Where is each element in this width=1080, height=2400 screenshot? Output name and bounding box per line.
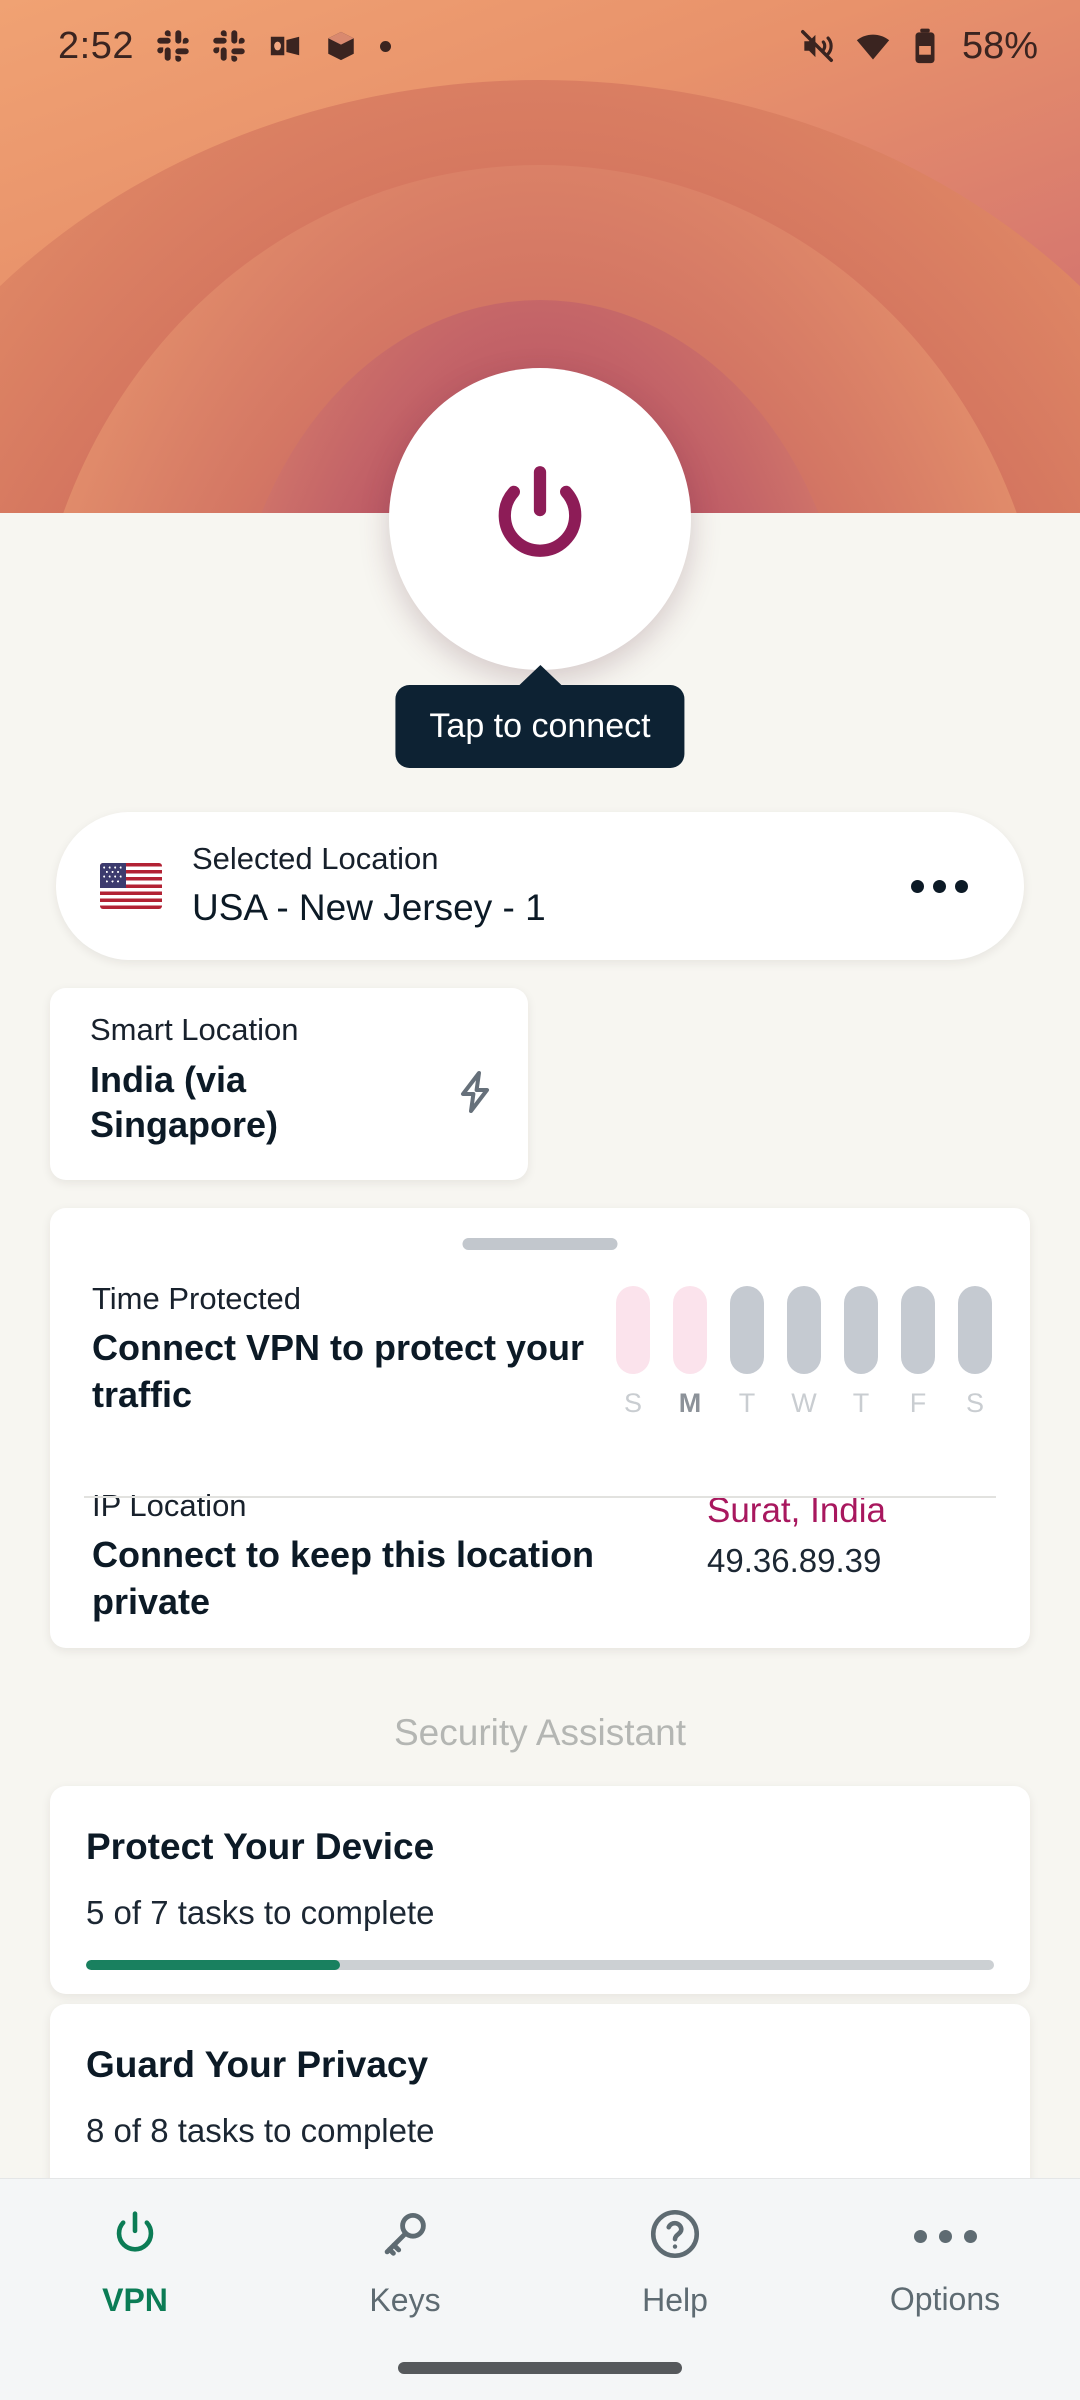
security-assistant-heading: Security Assistant: [393, 1712, 686, 1753]
status-bar-right: 58%: [798, 25, 1038, 68]
chart-bar-label: S: [965, 1388, 984, 1418]
nav-item-vpn[interactable]: VPN: [0, 2205, 270, 2319]
lightning-bolt-icon: [452, 1068, 500, 1121]
ip-location-label: IP Location: [92, 1488, 247, 1523]
ip-location-message: Connect to keep this location private: [92, 1534, 595, 1622]
chart-bar-fill: [844, 1286, 878, 1374]
task-subtitle: 8 of 8 tasks to complete: [86, 2112, 435, 2149]
task-subtitle: 5 of 7 tasks to complete: [86, 1894, 435, 1931]
task-title: Protect Your Device: [86, 1826, 435, 1867]
chart-bar-4: T: [844, 1286, 878, 1419]
ip-location-texts: IP Location Connect to keep this locatio…: [84, 1487, 707, 1626]
selected-location-label: Selected Location: [192, 840, 439, 876]
home-indicator[interactable]: [398, 2362, 682, 2374]
chart-bar-3: W: [787, 1286, 821, 1419]
selected-location-value: USA - New Jersey - 1: [192, 887, 546, 929]
smart-location-card[interactable]: Smart Location India (via Singapore): [50, 988, 528, 1180]
chart-bar-1: M: [673, 1286, 707, 1419]
vpn-connect-power-button[interactable]: [389, 368, 691, 670]
smart-location-value: India (via Singapore): [90, 1059, 279, 1145]
mute-icon: [798, 27, 836, 65]
time-protected-message: Connect VPN to protect your traffic: [92, 1327, 585, 1415]
status-bar: 2:52 58%: [0, 0, 1080, 92]
nav-item-help[interactable]: Help: [540, 2205, 810, 2319]
dot-indicator-icon: [379, 40, 391, 52]
ip-location-values: Surat, India 49.36.89.39: [707, 1487, 996, 1580]
nav-label: Help: [642, 2282, 708, 2318]
smart-location-texts: Smart Location India (via Singapore): [90, 1012, 444, 1147]
nav-label: Keys: [369, 2282, 441, 2318]
bottom-navigation-bar: VPN Keys Help Options: [0, 2178, 1080, 2400]
task-progress-track: [86, 1960, 994, 1970]
chart-bar-fill: [958, 1286, 992, 1374]
nav-item-options[interactable]: Options: [810, 2205, 1080, 2318]
power-icon: [476, 453, 604, 586]
slack-icon: [212, 29, 246, 63]
chart-bar-0: S: [616, 1286, 650, 1419]
question-circle-icon: [646, 2205, 704, 2268]
chart-bar-fill: [787, 1286, 821, 1374]
kebab-menu-icon[interactable]: [897, 866, 982, 907]
chart-bar-label: S: [623, 1388, 642, 1418]
chart-bar-5: F: [901, 1286, 935, 1419]
smart-location-label: Smart Location: [90, 1012, 299, 1047]
weekly-protection-chart: S M T W T F S: [616, 1280, 996, 1419]
battery-percentage: 58%: [961, 24, 1038, 67]
battery-icon: [910, 27, 940, 65]
chart-bar-label: T: [738, 1388, 756, 1418]
stats-divider: [84, 1496, 996, 1498]
time-protected-label: Time Protected: [92, 1281, 302, 1316]
status-bar-clock: 2:52: [58, 24, 134, 67]
app-screen: 2:52 58% Tap to connect Selected Locatio…: [0, 0, 1080, 2400]
tap-to-connect-tooltip: Tap to connect: [395, 685, 685, 768]
chart-bar-fill: [673, 1286, 707, 1374]
chart-bar-label: M: [678, 1388, 702, 1418]
chart-bar-6: S: [958, 1286, 992, 1419]
chart-bar-label: T: [852, 1388, 870, 1418]
chart-bar-2: T: [730, 1286, 764, 1419]
key-icon: [376, 2205, 434, 2268]
us-flag-icon: [100, 863, 162, 909]
time-protected-texts: Time Protected Connect VPN to protect yo…: [84, 1280, 616, 1419]
selected-location-card[interactable]: Selected Location USA - New Jersey - 1: [56, 812, 1024, 960]
selected-location-texts: Selected Location USA - New Jersey - 1: [192, 840, 897, 933]
nav-item-keys[interactable]: Keys: [270, 2205, 540, 2319]
ip-address: 49.36.89.39: [707, 1541, 882, 1579]
chart-bar-fill: [901, 1286, 935, 1374]
outlook-icon: [268, 29, 302, 63]
task-progress-fill: [86, 1960, 341, 1970]
wifi-icon: [854, 27, 892, 65]
nav-label: VPN: [102, 2282, 168, 2318]
chart-bar-label: W: [791, 1388, 817, 1418]
nav-label: Options: [889, 2281, 1001, 2317]
stats-card: Time Protected Connect VPN to protect yo…: [50, 1208, 1030, 1648]
status-bar-left: 2:52: [58, 25, 391, 68]
slack-icon: [156, 29, 190, 63]
drag-handle[interactable]: [462, 1238, 618, 1250]
chart-bar-fill: [616, 1286, 650, 1374]
task-title: Guard Your Privacy: [86, 2044, 429, 2085]
package-icon: [324, 29, 358, 63]
task-card-protect-your-device[interactable]: Protect Your Device 5 of 7 tasks to comp…: [50, 1786, 1030, 1994]
ip-location-row[interactable]: IP Location Connect to keep this locatio…: [84, 1419, 996, 1626]
kebab-menu-icon: [913, 2205, 977, 2267]
power-button-wrapper: [389, 368, 691, 670]
power-icon: [106, 2205, 164, 2268]
chart-bar-fill: [730, 1286, 764, 1374]
chart-bar-label: F: [909, 1388, 927, 1418]
